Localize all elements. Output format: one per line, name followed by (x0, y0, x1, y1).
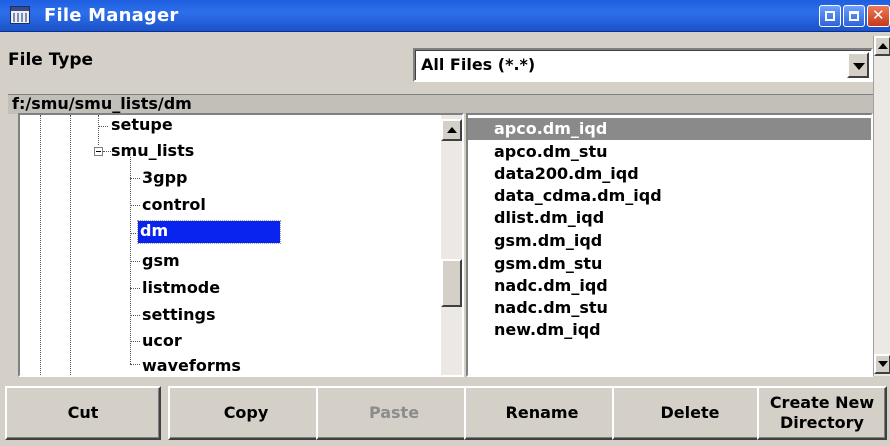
file-row[interactable]: apco.dm_stu (468, 141, 871, 163)
tree-item-settings[interactable]: settings (140, 305, 218, 327)
rename-button[interactable]: Rename (464, 386, 620, 440)
cut-button[interactable]: Cut (5, 386, 161, 440)
file-type-label: File Type (8, 50, 94, 70)
maximize-button[interactable] (843, 5, 865, 27)
file-row[interactable]: apco.dm_iqd (468, 118, 871, 140)
tree-item-waveforms[interactable]: waveforms (140, 356, 243, 375)
scroll-down-arrow-icon[interactable] (874, 354, 890, 374)
file-row[interactable]: data_cdma.dm_iqd (468, 185, 871, 207)
collapse-icon[interactable] (94, 147, 103, 156)
file-row[interactable]: gsm.dm_stu (468, 253, 871, 275)
directory-tree[interactable]: setupe smu_lists 3gpp control dm gsm lis… (18, 113, 464, 377)
tree-item-gsm[interactable]: gsm (140, 251, 182, 273)
file-row[interactable]: nadc.dm_stu (468, 297, 871, 319)
close-button[interactable] (867, 5, 890, 27)
tree-item-smu-lists[interactable]: smu_lists (109, 141, 196, 163)
tree-item-control[interactable]: control (140, 195, 208, 217)
tree-scroll-up-icon[interactable] (441, 119, 462, 141)
minimize-button[interactable] (819, 5, 841, 27)
file-row[interactable]: gsm.dm_iqd (468, 230, 871, 252)
outer-scrollbar[interactable] (873, 36, 890, 376)
tree-item-setupe[interactable]: setupe (109, 115, 175, 137)
file-type-value: All Files (*.*) (421, 55, 536, 74)
tree-item-dm[interactable]: dm (137, 220, 281, 244)
paste-button[interactable]: Paste (316, 386, 472, 440)
current-path: f:/smu/smu_lists/dm (12, 94, 192, 113)
file-row[interactable]: new.dm_iqd (468, 319, 871, 341)
file-type-select[interactable]: All Files (*.*) (413, 48, 873, 82)
delete-button[interactable]: Delete (612, 386, 768, 440)
action-bar: Cut Copy Paste Rename Delete Create New … (0, 377, 890, 446)
copy-button[interactable]: Copy (168, 386, 324, 440)
chevron-down-icon[interactable] (847, 52, 869, 78)
file-row[interactable]: data200.dm_iqd (468, 163, 871, 185)
file-row[interactable]: dlist.dm_iqd (468, 207, 871, 229)
title-bar: File Manager (0, 0, 890, 32)
tree-item-listmode[interactable]: listmode (140, 278, 222, 300)
create-new-directory-button[interactable]: Create New Directory (757, 386, 887, 440)
tree-scroll-thumb[interactable] (441, 259, 462, 307)
tree-item-ucor[interactable]: ucor (140, 331, 184, 353)
tree-item-3gpp[interactable]: 3gpp (140, 168, 190, 190)
file-manager-icon (10, 6, 30, 24)
scroll-up-arrow-icon[interactable] (874, 36, 890, 56)
file-row[interactable]: nadc.dm_iqd (468, 275, 871, 297)
window-title: File Manager (44, 5, 179, 26)
path-bar: f:/smu/smu_lists/dm (8, 94, 873, 114)
tree-scrollbar[interactable] (441, 115, 462, 375)
file-list[interactable]: apco.dm_iqd apco.dm_stu data200.dm_iqd d… (466, 113, 873, 377)
